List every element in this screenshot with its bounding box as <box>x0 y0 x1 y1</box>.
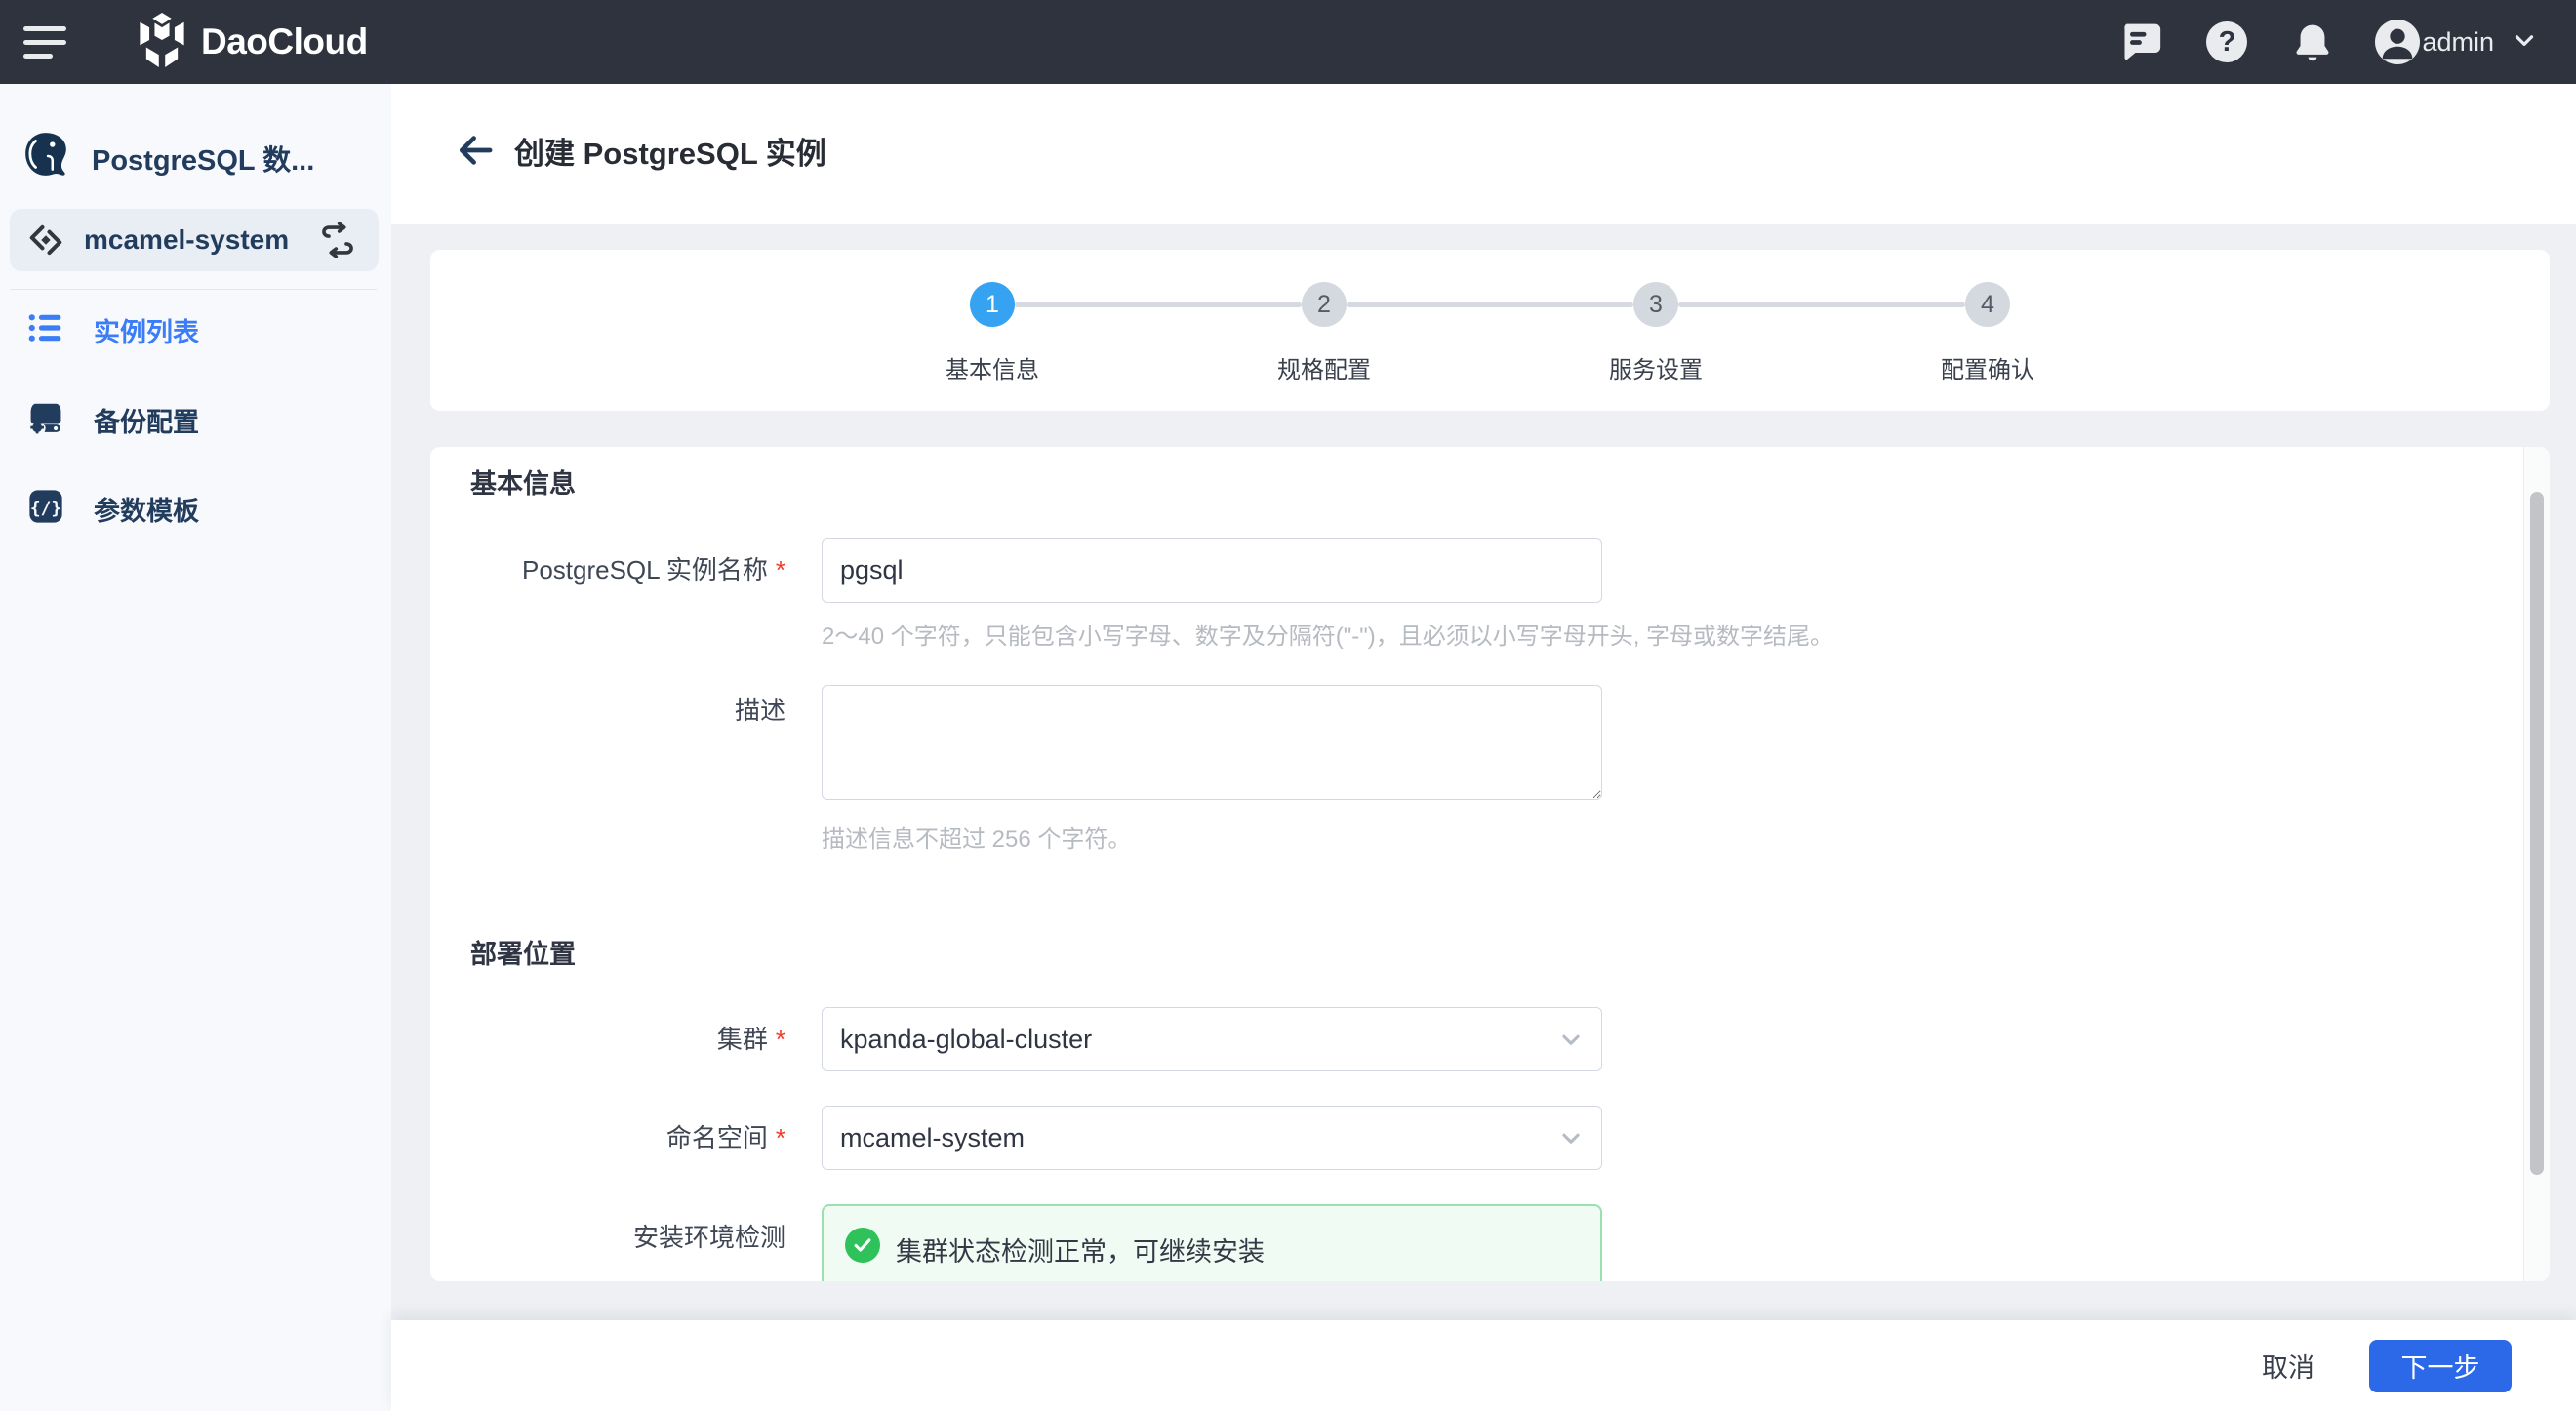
list-icon <box>27 309 64 351</box>
avatar <box>2375 20 2420 64</box>
sidebar-item-parameter-template[interactable]: {/} 参数模板 <box>0 480 391 537</box>
backup-icon <box>27 399 64 441</box>
cluster-selected-value: kpanda-global-cluster <box>840 1025 1092 1055</box>
back-arrow-icon <box>454 129 497 172</box>
step-connector <box>1015 302 1302 307</box>
step-2-label: 规格配置 <box>1158 350 1490 384</box>
required-asterisk: * <box>776 1025 785 1054</box>
bottom-action-bar: 取消 下一步 <box>391 1320 2576 1411</box>
menu-icon[interactable] <box>23 17 74 67</box>
step-3-circle[interactable]: 3 <box>1633 282 1678 327</box>
user-menu[interactable]: admin <box>2375 20 2539 64</box>
env-check-label: 安装环境检测 <box>430 1222 785 1253</box>
env-check-result: 集群状态检测正常，可继续安装 <box>822 1204 1602 1281</box>
step-1-circle[interactable]: 1 <box>970 282 1015 327</box>
next-button[interactable]: 下一步 <box>2369 1340 2512 1392</box>
namespace-selected-value: mcamel-system <box>840 1123 1025 1153</box>
app: DaoCloud ? <box>0 0 2576 1411</box>
namespace-field-label: 命名空间* <box>430 1122 785 1153</box>
braces-icon: {/} <box>27 488 64 530</box>
brand-name: DaoCloud <box>201 21 368 62</box>
sidebar-item-instance-list[interactable]: 实例列表 <box>0 302 391 358</box>
cluster-select[interactable]: kpanda-global-cluster <box>822 1007 1602 1071</box>
chevron-down-icon <box>1554 1121 1588 1154</box>
description-help-text: 描述信息不超过 256 个字符。 <box>822 820 1131 854</box>
page-header: 创建 PostgreSQL 实例 <box>391 111 826 189</box>
page-title: 创建 PostgreSQL 实例 <box>514 129 826 173</box>
sidebar-item-label: 实例列表 <box>94 311 199 349</box>
scrollbar[interactable] <box>2523 447 2550 1281</box>
workspace-name: mcamel-system <box>84 224 289 256</box>
form-panel: 基本信息 PostgreSQL 实例名称* 2～40 个字符，只能包含小写字母、… <box>430 447 2550 1281</box>
product-title: PostgreSQL 数... <box>92 138 314 179</box>
description-textarea[interactable] <box>822 685 1602 800</box>
step-1-label: 基本信息 <box>826 350 1158 384</box>
sidebar: PostgreSQL 数... mcamel-system <box>0 84 391 1411</box>
back-button[interactable] <box>448 123 503 178</box>
step-connector <box>1678 302 1965 307</box>
user-name: admin <box>2422 27 2494 58</box>
help-icon[interactable]: ? <box>2203 19 2250 65</box>
cluster-field-label: 集群* <box>430 1024 785 1055</box>
workspace-icon <box>27 222 64 259</box>
brand: DaoCloud <box>137 13 368 72</box>
stepper: 1 2 3 4 <box>970 282 2010 327</box>
name-help-text: 2～40 个字符，只能包含小写字母、数字及分隔符("-")，且必须以小写字母开头… <box>822 617 1833 651</box>
workspace-swap-icon[interactable] <box>320 222 355 258</box>
notification-icon[interactable] <box>2289 19 2336 65</box>
required-asterisk: * <box>776 1123 785 1152</box>
section-title-basic: 基本信息 <box>470 463 576 501</box>
workspace-switcher[interactable]: mcamel-system <box>10 209 379 271</box>
step-4-circle[interactable]: 4 <box>1965 282 2010 327</box>
env-check-message: 集群状态检测正常，可继续安装 <box>896 1230 1265 1269</box>
sidebar-item-label: 参数模板 <box>94 490 199 528</box>
message-icon[interactable] <box>2117 19 2164 65</box>
chevron-down-icon <box>2510 25 2539 60</box>
required-asterisk: * <box>776 555 785 585</box>
step-4-label: 配置确认 <box>1822 350 2153 384</box>
step-3-label: 服务设置 <box>1490 350 1822 384</box>
sidebar-divider <box>10 289 377 290</box>
instance-name-input[interactable] <box>822 538 1602 603</box>
stepper-labels: 基本信息 规格配置 服务设置 配置确认 <box>826 350 2153 384</box>
sidebar-item-backup-config[interactable]: 备份配置 <box>0 391 391 448</box>
svg-text:{/}: {/} <box>30 498 61 518</box>
postgresql-logo-icon <box>21 131 70 184</box>
check-circle-icon <box>845 1228 880 1263</box>
topbar: DaoCloud ? <box>0 0 2576 84</box>
namespace-select[interactable]: mcamel-system <box>822 1106 1602 1170</box>
scrollbar-thumb[interactable] <box>2530 492 2544 1175</box>
topbar-actions: ? admin <box>2117 19 2576 65</box>
step-connector <box>1347 302 1633 307</box>
stepper-card: 1 2 3 4 基本信息 规格配置 服务设置 配置确认 <box>430 250 2550 411</box>
section-title-deploy: 部署位置 <box>470 933 576 971</box>
daocloud-logo-icon <box>137 13 187 72</box>
product-header: PostgreSQL 数... <box>0 84 391 184</box>
step-2-circle[interactable]: 2 <box>1302 282 1347 327</box>
cancel-button[interactable]: 取消 <box>2262 1347 2314 1385</box>
chevron-down-icon <box>1554 1023 1588 1056</box>
sidebar-item-label: 备份配置 <box>94 401 199 439</box>
description-field-label: 描述 <box>430 695 785 726</box>
name-field-label: PostgreSQL 实例名称* <box>430 554 785 585</box>
main-content: 创建 PostgreSQL 实例 1 2 3 4 基本信息 规格配置 服务设置 … <box>391 84 2576 1411</box>
